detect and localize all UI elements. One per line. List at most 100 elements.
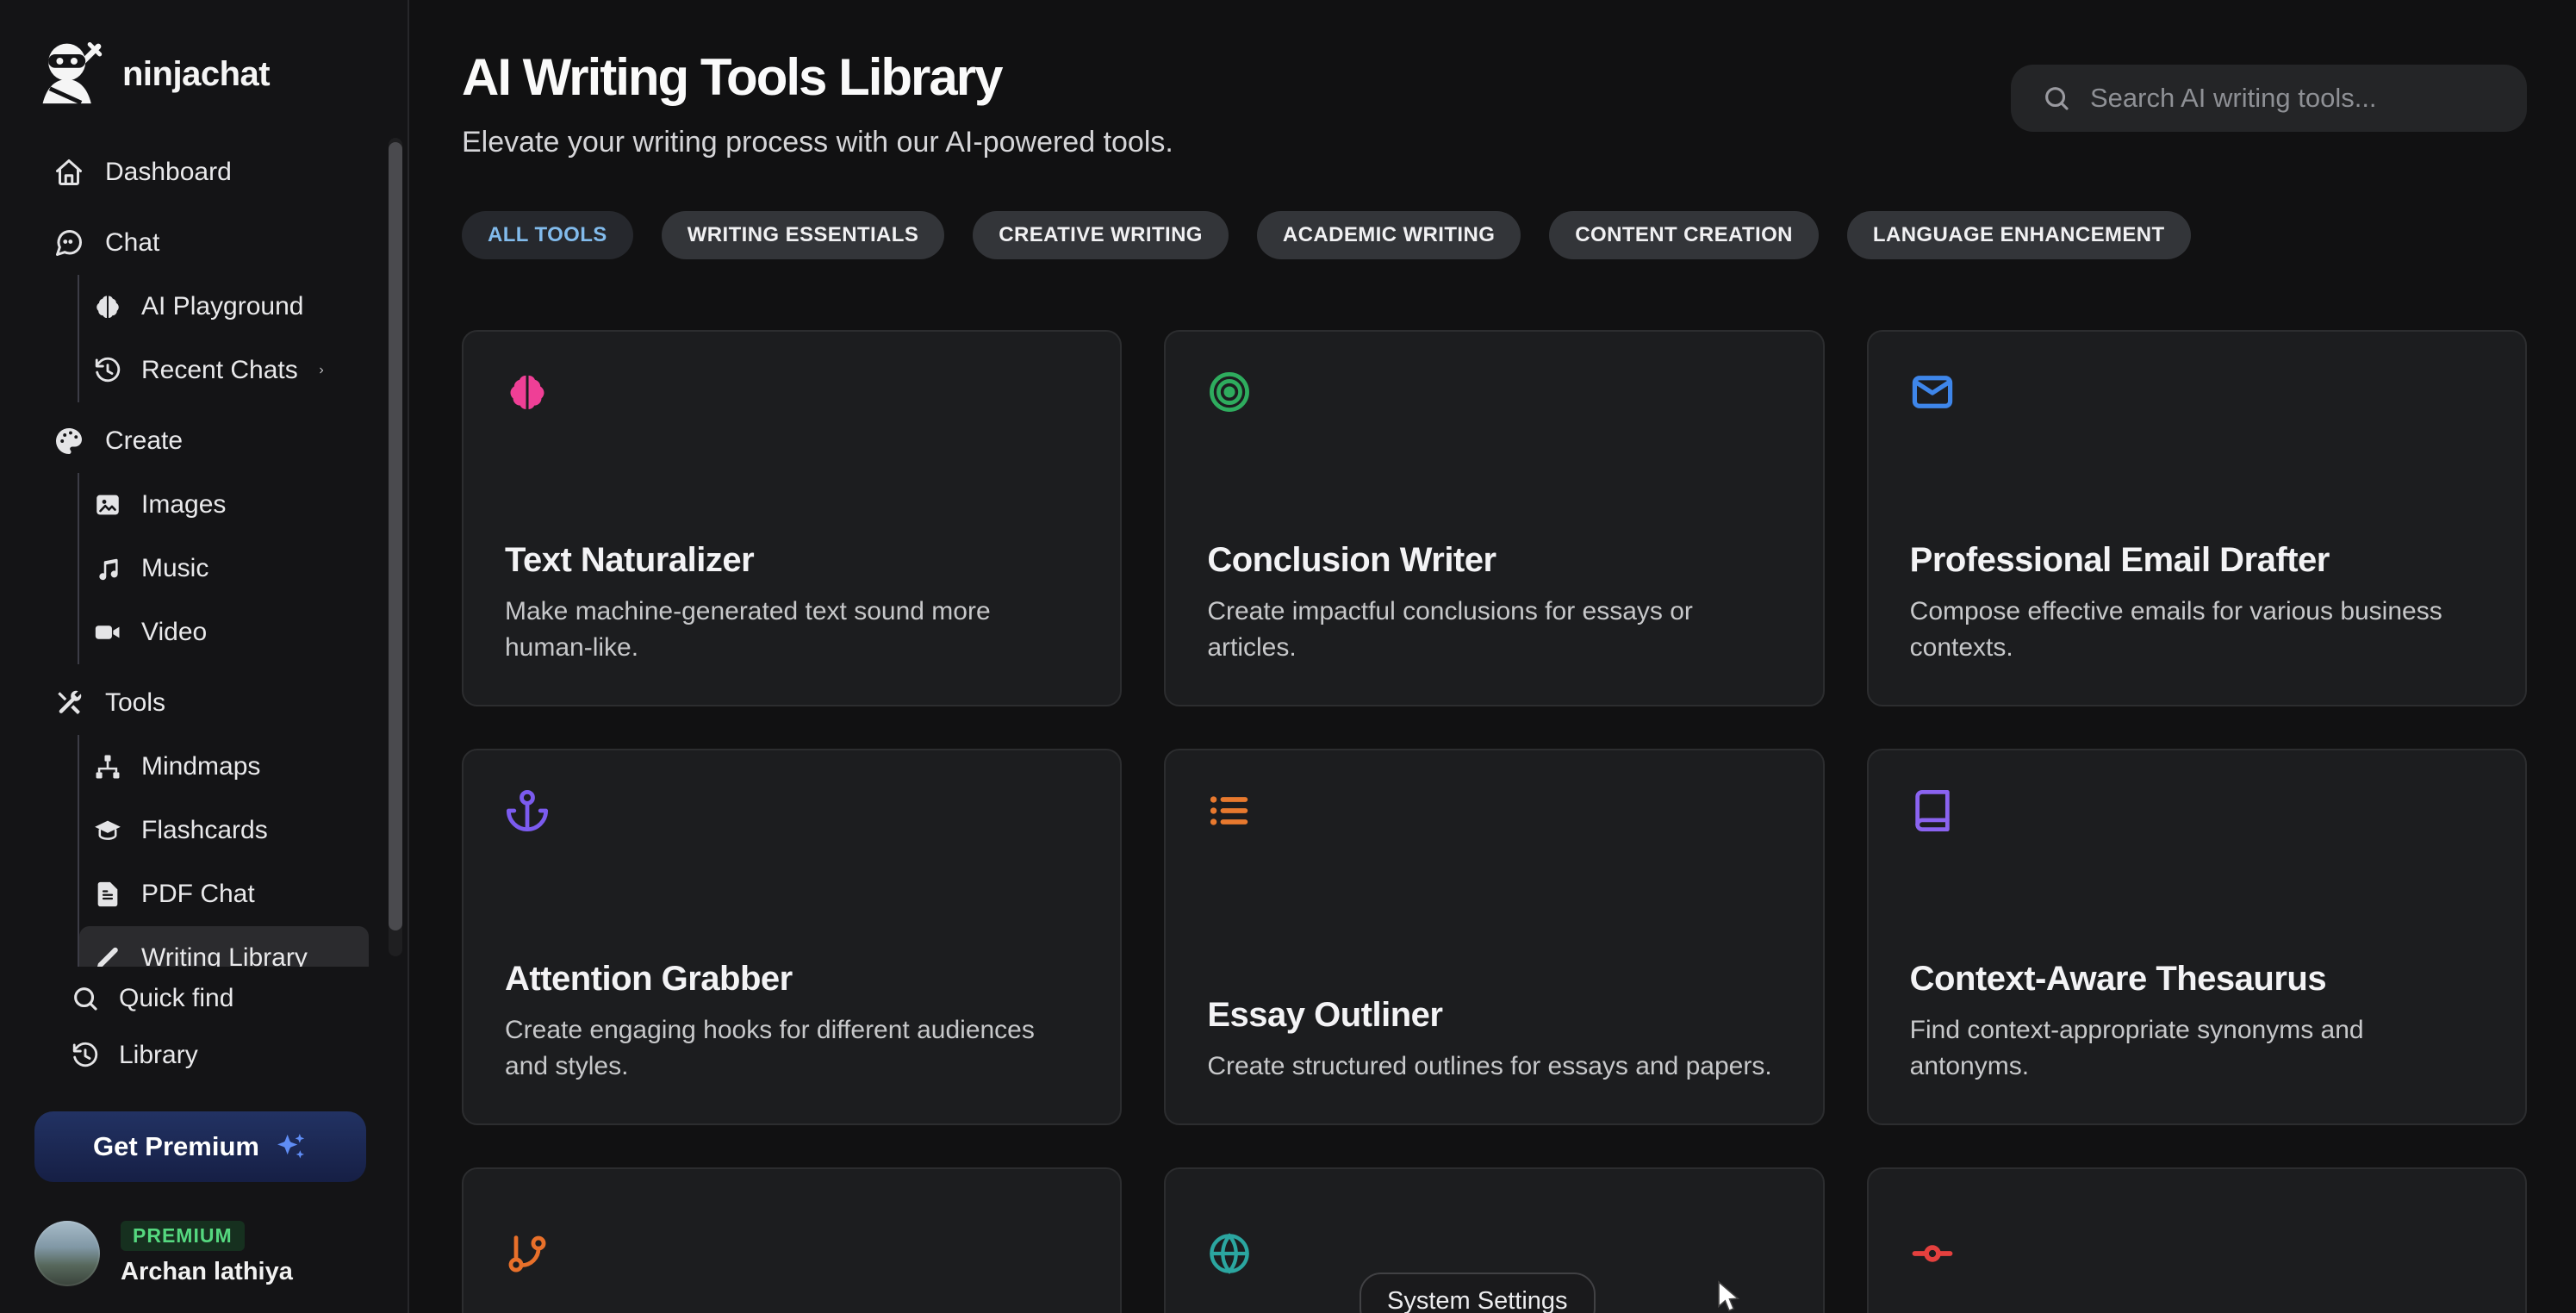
palette-icon [53, 426, 84, 457]
sidebar-item-label: Library [119, 1041, 198, 1070]
sidebar-item-label: Images [141, 490, 226, 520]
premium-badge: PREMIUM [121, 1221, 245, 1251]
page-subtitle: Elevate your writing process with our AI… [462, 126, 1173, 159]
search-icon [2042, 84, 2071, 113]
tool-card-conclusion-writer[interactable]: Conclusion Writer Create impactful conclu… [1164, 330, 1824, 706]
tool-card-git-commit[interactable] [1867, 1167, 2527, 1313]
pencil-icon [93, 943, 122, 967]
tools-icon [53, 688, 84, 719]
tool-card-text-naturalizer[interactable]: Text Naturalizer Make machine-generated t… [462, 330, 1122, 706]
filter-content-creation[interactable]: CONTENT CREATION [1549, 211, 1819, 259]
sidebar-item-library[interactable]: Library [0, 1027, 408, 1084]
get-premium-button[interactable]: Get Premium [34, 1111, 366, 1182]
filter-all-tools[interactable]: ALL TOOLS [462, 211, 633, 259]
tool-card-title: Text Naturalizer [505, 541, 1079, 580]
book-icon [1910, 788, 1955, 833]
sidebar-item-video[interactable]: Video [79, 600, 408, 664]
git-commit-icon [1910, 1231, 1955, 1276]
filter-academic-writing[interactable]: ACADEMIC WRITING [1257, 211, 1521, 259]
filter-language-enhancement[interactable]: LANGUAGE ENHANCEMENT [1847, 211, 2191, 259]
premium-button-label: Get Premium [93, 1131, 259, 1162]
chat-icon [53, 227, 84, 258]
sidebar-item-mindmaps[interactable]: Mindmaps [79, 735, 408, 799]
sidebar-item-label: Video [141, 618, 207, 647]
list-icon [1207, 788, 1252, 833]
user-avatar [34, 1221, 100, 1286]
sidebar-item-ai-playground[interactable]: AI Playground [79, 275, 408, 339]
home-icon [53, 157, 84, 188]
tool-card-description: Create structured outlines for essays an… [1207, 1049, 1781, 1086]
sidebar-item-tools[interactable]: Tools [0, 671, 408, 735]
sidebar-item-label: Recent Chats [141, 356, 298, 385]
tool-card-attention-grabber[interactable]: Attention GrabberCreate engaging hooks f… [462, 749, 1122, 1125]
tool-card-description: Make machine-generated text sound more h… [505, 594, 1079, 667]
sidebar-nav: Dashboard Chat AI Playground Recent Chats Cr… [0, 140, 408, 967]
chevron-right-icon[interactable] [317, 358, 326, 383]
sidebar-item-flashcards[interactable]: Flashcards [79, 799, 408, 862]
filter-chip-row: ALL TOOLS WRITING ESSENTIALS CREATIVE WRIT… [462, 211, 2527, 259]
sidebar-scrollbar-thumb[interactable] [389, 142, 402, 930]
page-title: AI Writing Tools Library [462, 47, 1173, 107]
history-icon [93, 356, 122, 385]
globe-icon [1207, 1231, 1252, 1276]
filter-creative-writing[interactable]: CREATIVE WRITING [973, 211, 1229, 259]
target-icon [1207, 370, 1252, 414]
image-icon [93, 490, 122, 520]
tool-card-title: Essay Outliner [1207, 996, 1781, 1035]
sidebar-item-label: PDF Chat [141, 880, 255, 909]
sidebar-item-label: Flashcards [141, 816, 268, 845]
sidebar-item-recent-chats[interactable]: Recent Chats [79, 339, 408, 402]
sparkles-icon [273, 1129, 308, 1164]
mouse-cursor [1716, 1280, 1745, 1313]
search-input[interactable] [2090, 83, 2496, 114]
sidebar-item-label: AI Playground [141, 292, 303, 321]
sidebar-item-label: Tools [105, 688, 165, 718]
brand-logo[interactable]: ninjachat [0, 0, 408, 140]
sidebar-item-label: Quick find [119, 984, 233, 1013]
tool-card-description: Create impactful conclusions for essays … [1207, 594, 1781, 667]
tool-card-professional-email-drafter[interactable]: Professional Email DrafterCompose effect… [1867, 330, 2527, 706]
tool-card-title: Conclusion Writer [1207, 541, 1781, 580]
git-branch-icon [505, 1231, 550, 1276]
sidebar-footer: Quick find Library Get Premium PREMIUM Ar… [0, 967, 408, 1313]
brain-icon [93, 292, 122, 321]
sidebar-item-writing-library[interactable]: Writing Library [79, 926, 369, 967]
search-box [2011, 65, 2527, 132]
sidebar-item-dashboard[interactable]: Dashboard [0, 140, 408, 204]
ninjachat-logo-icon [33, 38, 107, 112]
sidebar-item-quick-find[interactable]: Quick find [0, 970, 408, 1027]
video-icon [93, 618, 122, 647]
tool-card-description: Create engaging hooks for different audi… [505, 1012, 1079, 1086]
app-window: ninjachat Dashboard Chat AI Playground Rece… [0, 0, 2576, 1313]
sidebar: ninjachat Dashboard Chat AI Playground Rece… [0, 0, 409, 1313]
sidebar-item-label: Mindmaps [141, 752, 260, 781]
user-profile[interactable]: PREMIUM Archan lathiya [34, 1221, 408, 1286]
mail-icon [1910, 370, 1955, 414]
sidebar-subgroup-tools: Mindmaps Flashcards PDF Chat Writing Librar… [78, 735, 408, 967]
sidebar-item-music[interactable]: Music [79, 537, 408, 600]
tool-card-essay-outliner[interactable]: Essay Outliner Create structured outlines… [1164, 749, 1824, 1125]
graduation-cap-icon [93, 816, 122, 845]
tool-card-description: Find context-appropriate synonyms and an… [1910, 1012, 2484, 1086]
tool-card-title: Professional Email Drafter [1910, 541, 2484, 580]
system-settings-tooltip: System Settings [1360, 1273, 1596, 1313]
main-content: AI Writing Tools Library Elevate your wr… [409, 0, 2576, 1313]
file-text-icon [93, 880, 122, 909]
sidebar-item-label: Create [105, 426, 183, 456]
user-name: Archan lathiya [121, 1258, 293, 1286]
brain-icon [505, 370, 550, 414]
sidebar-item-label: Music [141, 554, 208, 583]
sidebar-subgroup-chat: AI Playground Recent Chats [78, 275, 408, 402]
filter-writing-essentials[interactable]: WRITING ESSENTIALS [662, 211, 945, 259]
sidebar-item-pdf-chat[interactable]: PDF Chat [79, 862, 408, 926]
tool-card-git-branch[interactable] [462, 1167, 1122, 1313]
sidebar-item-chat[interactable]: Chat [0, 211, 408, 275]
mindmap-icon [93, 752, 122, 781]
tool-card-context-aware-thesaurus[interactable]: Context-Aware Thesaurus Find context-appr… [1867, 749, 2527, 1125]
sidebar-item-create[interactable]: Create [0, 409, 408, 473]
main-header: AI Writing Tools Library Elevate your wr… [462, 47, 2527, 159]
sidebar-item-label: Dashboard [105, 158, 232, 187]
sidebar-item-images[interactable]: Images [79, 473, 408, 537]
tool-card-title: Context-Aware Thesaurus [1910, 960, 2484, 999]
history-icon [71, 1041, 100, 1070]
